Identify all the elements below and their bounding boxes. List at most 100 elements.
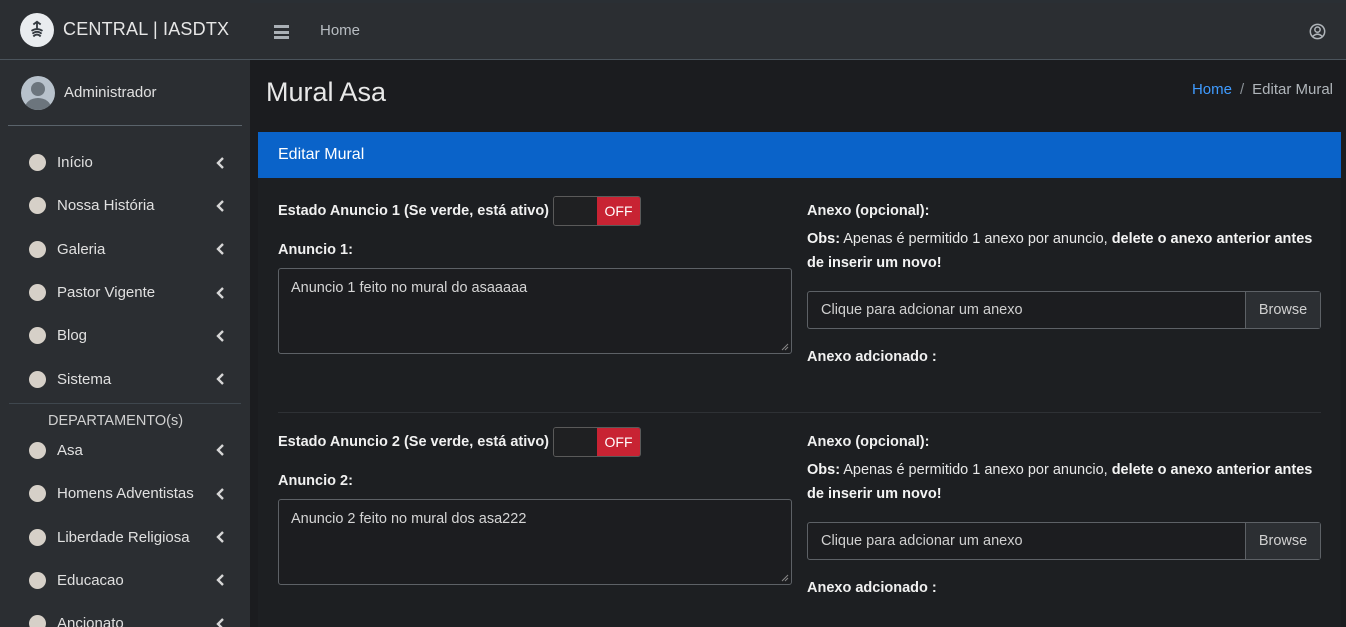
circle-icon bbox=[29, 197, 46, 215]
sidebar: CENTRAL | IASDTX Administrador Início No… bbox=[0, 0, 250, 627]
top-navbar: Home bbox=[250, 0, 1346, 60]
anuncio-2-block: Estado Anuncio 2 (Se verde, está ativo) … bbox=[278, 427, 1321, 607]
page-title: Mural Asa bbox=[266, 77, 387, 107]
anuncio-2-text: Anuncio 2 feito no mural dos asa222 bbox=[291, 511, 527, 527]
sidebar-item-educacao[interactable]: Educacao bbox=[0, 559, 250, 602]
anuncio-2-left: Estado Anuncio 2 (Se verde, está ativo) … bbox=[278, 427, 792, 585]
browse-button[interactable]: Browse bbox=[1245, 292, 1320, 328]
sidebar-item-blog[interactable]: Blog bbox=[0, 314, 250, 357]
chevron-left-icon bbox=[216, 531, 224, 543]
sidebar-item-galeria[interactable]: Galeria bbox=[0, 228, 250, 271]
anuncio-1-textarea[interactable]: Anuncio 1 feito no mural do asaaaaa bbox=[278, 268, 792, 354]
content-wrapper: Mural Asa Home / Editar Mural Editar Mur… bbox=[250, 60, 1346, 627]
chevron-left-icon bbox=[216, 243, 224, 256]
chevron-left-icon bbox=[216, 617, 224, 627]
anuncio-1-toggle-label: Estado Anuncio 1 (Se verde, está ativo) bbox=[278, 203, 550, 219]
circle-icon bbox=[29, 441, 46, 459]
browse-button[interactable]: Browse bbox=[1245, 523, 1320, 559]
obs-prefix: Obs: bbox=[807, 462, 841, 478]
breadcrumb-current: Editar Mural bbox=[1252, 81, 1333, 98]
sidebar-section-header: DEPARTAMENTO(s) bbox=[9, 402, 241, 429]
anuncio-1-text: Anuncio 1 feito no mural do asaaaaa bbox=[291, 280, 528, 296]
top-nav-home-link[interactable]: Home bbox=[320, 22, 360, 39]
chevron-left-icon bbox=[216, 487, 224, 500]
user-circle-icon[interactable] bbox=[1309, 23, 1326, 40]
section-divider bbox=[278, 412, 1321, 413]
card-header: Editar Mural bbox=[258, 132, 1341, 178]
anuncio-1-obs: Obs: Apenas é permitido 1 anexo por anun… bbox=[807, 227, 1321, 275]
sidebar-item-label: Ancionato bbox=[57, 615, 124, 627]
anuncio-2-textarea[interactable]: Anuncio 2 feito no mural dos asa222 bbox=[278, 499, 792, 585]
anuncio-1-file-input[interactable]: Clique para adcionar um anexo Browse bbox=[807, 291, 1321, 329]
anuncio-2-label: Anuncio 2: bbox=[278, 473, 353, 489]
sidebar-item-label: Asa bbox=[57, 441, 83, 459]
obs-text: Apenas é permitido 1 anexo por anuncio, bbox=[840, 462, 1112, 478]
avatar bbox=[21, 75, 55, 110]
breadcrumb: Home / Editar Mural bbox=[1192, 81, 1333, 98]
circle-icon bbox=[29, 528, 46, 546]
sidebar-item-label: Educacao bbox=[57, 571, 124, 589]
resize-handle-icon[interactable] bbox=[781, 343, 789, 351]
toggle-off-label: OFF bbox=[597, 428, 641, 456]
circle-icon bbox=[29, 571, 46, 589]
chevron-left-icon bbox=[216, 373, 224, 385]
chevron-left-icon bbox=[216, 444, 224, 457]
sidebar-item-label: Homens Adventistas bbox=[57, 485, 194, 503]
anuncio-2-toggle-label: Estado Anuncio 2 (Se verde, está ativo) bbox=[278, 434, 550, 450]
sidebar-item-label: Início bbox=[57, 154, 93, 172]
file-input-placeholder: Clique para adcionar um anexo bbox=[821, 302, 1023, 318]
anuncio-1-label: Anuncio 1: bbox=[278, 242, 353, 258]
obs-prefix: Obs: bbox=[807, 231, 841, 247]
chevron-left-icon bbox=[216, 286, 224, 299]
sidebar-item-sistema[interactable]: Sistema bbox=[0, 357, 250, 400]
sidebar-item-homens-adventistas[interactable]: Homens Adventistas bbox=[0, 472, 250, 515]
anuncio-2-file-input[interactable]: Clique para adcionar um anexo Browse bbox=[807, 522, 1321, 560]
breadcrumb-home-link[interactable]: Home bbox=[1192, 81, 1232, 98]
toggle-handle bbox=[554, 428, 598, 456]
chevron-left-icon bbox=[216, 156, 224, 169]
chevron-left-icon bbox=[216, 200, 224, 212]
sidebar-item-asa[interactable]: Asa bbox=[0, 429, 250, 472]
hamburger-icon[interactable] bbox=[274, 25, 289, 39]
toggle-off-label: OFF bbox=[597, 197, 641, 225]
anuncio-2-right: Anexo (opcional): Obs: Apenas é permitid… bbox=[807, 427, 1321, 596]
user-panel[interactable]: Administrador bbox=[8, 60, 242, 126]
anuncio-2-anexo-added: Anexo adcionado : bbox=[807, 580, 937, 596]
file-input-placeholder: Clique para adcionar um anexo bbox=[821, 533, 1023, 549]
sidebar-item-label: Nossa História bbox=[57, 197, 155, 215]
anuncio-1-block: Estado Anuncio 1 (Se verde, está ativo) … bbox=[278, 196, 1321, 376]
brand-link[interactable]: CENTRAL | IASDTX bbox=[0, 0, 250, 60]
sidebar-item-ancionato[interactable]: Ancionato bbox=[0, 602, 250, 627]
obs-text: Apenas é permitido 1 anexo por anuncio, bbox=[840, 231, 1112, 247]
circle-icon bbox=[29, 370, 46, 388]
sidebar-item-pastor-vigente[interactable]: Pastor Vigente bbox=[0, 271, 250, 314]
sidebar-item-label: Liberdade Religiosa bbox=[57, 528, 190, 546]
anuncio-1-anexo-label: Anexo (opcional): bbox=[807, 203, 930, 219]
sidebar-item-label: Blog bbox=[57, 327, 88, 345]
sidebar-item-nossa-historia[interactable]: Nossa História bbox=[0, 184, 250, 227]
anuncio-1-toggle-row: Estado Anuncio 1 (Se verde, está ativo) … bbox=[278, 196, 792, 226]
brand-name: CENTRAL | IASDTX bbox=[63, 19, 230, 39]
anuncio-1-anexo-added: Anexo adcionado : bbox=[807, 349, 937, 365]
circle-icon bbox=[29, 485, 46, 503]
chevron-left-icon bbox=[216, 329, 224, 342]
toggle-handle bbox=[554, 197, 598, 225]
user-name: Administrador bbox=[64, 84, 157, 101]
anuncio-2-toggle-row: Estado Anuncio 2 (Se verde, está ativo) … bbox=[278, 427, 792, 457]
anuncio-2-obs: Obs: Apenas é permitido 1 anexo por anun… bbox=[807, 458, 1321, 506]
sidebar-item-inicio[interactable]: Início bbox=[0, 141, 250, 184]
circle-icon bbox=[29, 284, 46, 302]
edit-mural-card: Editar Mural Estado Anuncio 1 (Se verde,… bbox=[258, 132, 1341, 627]
anuncio-1-right: Anexo (opcional): Obs: Apenas é permitid… bbox=[807, 196, 1321, 365]
anuncio-1-left: Estado Anuncio 1 (Se verde, está ativo) … bbox=[278, 196, 792, 354]
circle-icon bbox=[29, 154, 46, 172]
sidebar-item-label: Galeria bbox=[57, 240, 106, 258]
sidebar-item-label: Pastor Vigente bbox=[57, 284, 156, 302]
resize-handle-icon[interactable] bbox=[781, 574, 789, 582]
sidebar-item-label: Sistema bbox=[57, 370, 112, 388]
circle-icon bbox=[29, 240, 46, 258]
sidebar-item-liberdade-religiosa[interactable]: Liberdade Religiosa bbox=[0, 515, 250, 558]
anuncio-1-status-toggle[interactable]: OFF bbox=[553, 196, 642, 226]
anuncio-2-status-toggle[interactable]: OFF bbox=[553, 427, 642, 457]
sidebar-nav: Início Nossa História Galeria Pastor Vig… bbox=[0, 126, 250, 627]
